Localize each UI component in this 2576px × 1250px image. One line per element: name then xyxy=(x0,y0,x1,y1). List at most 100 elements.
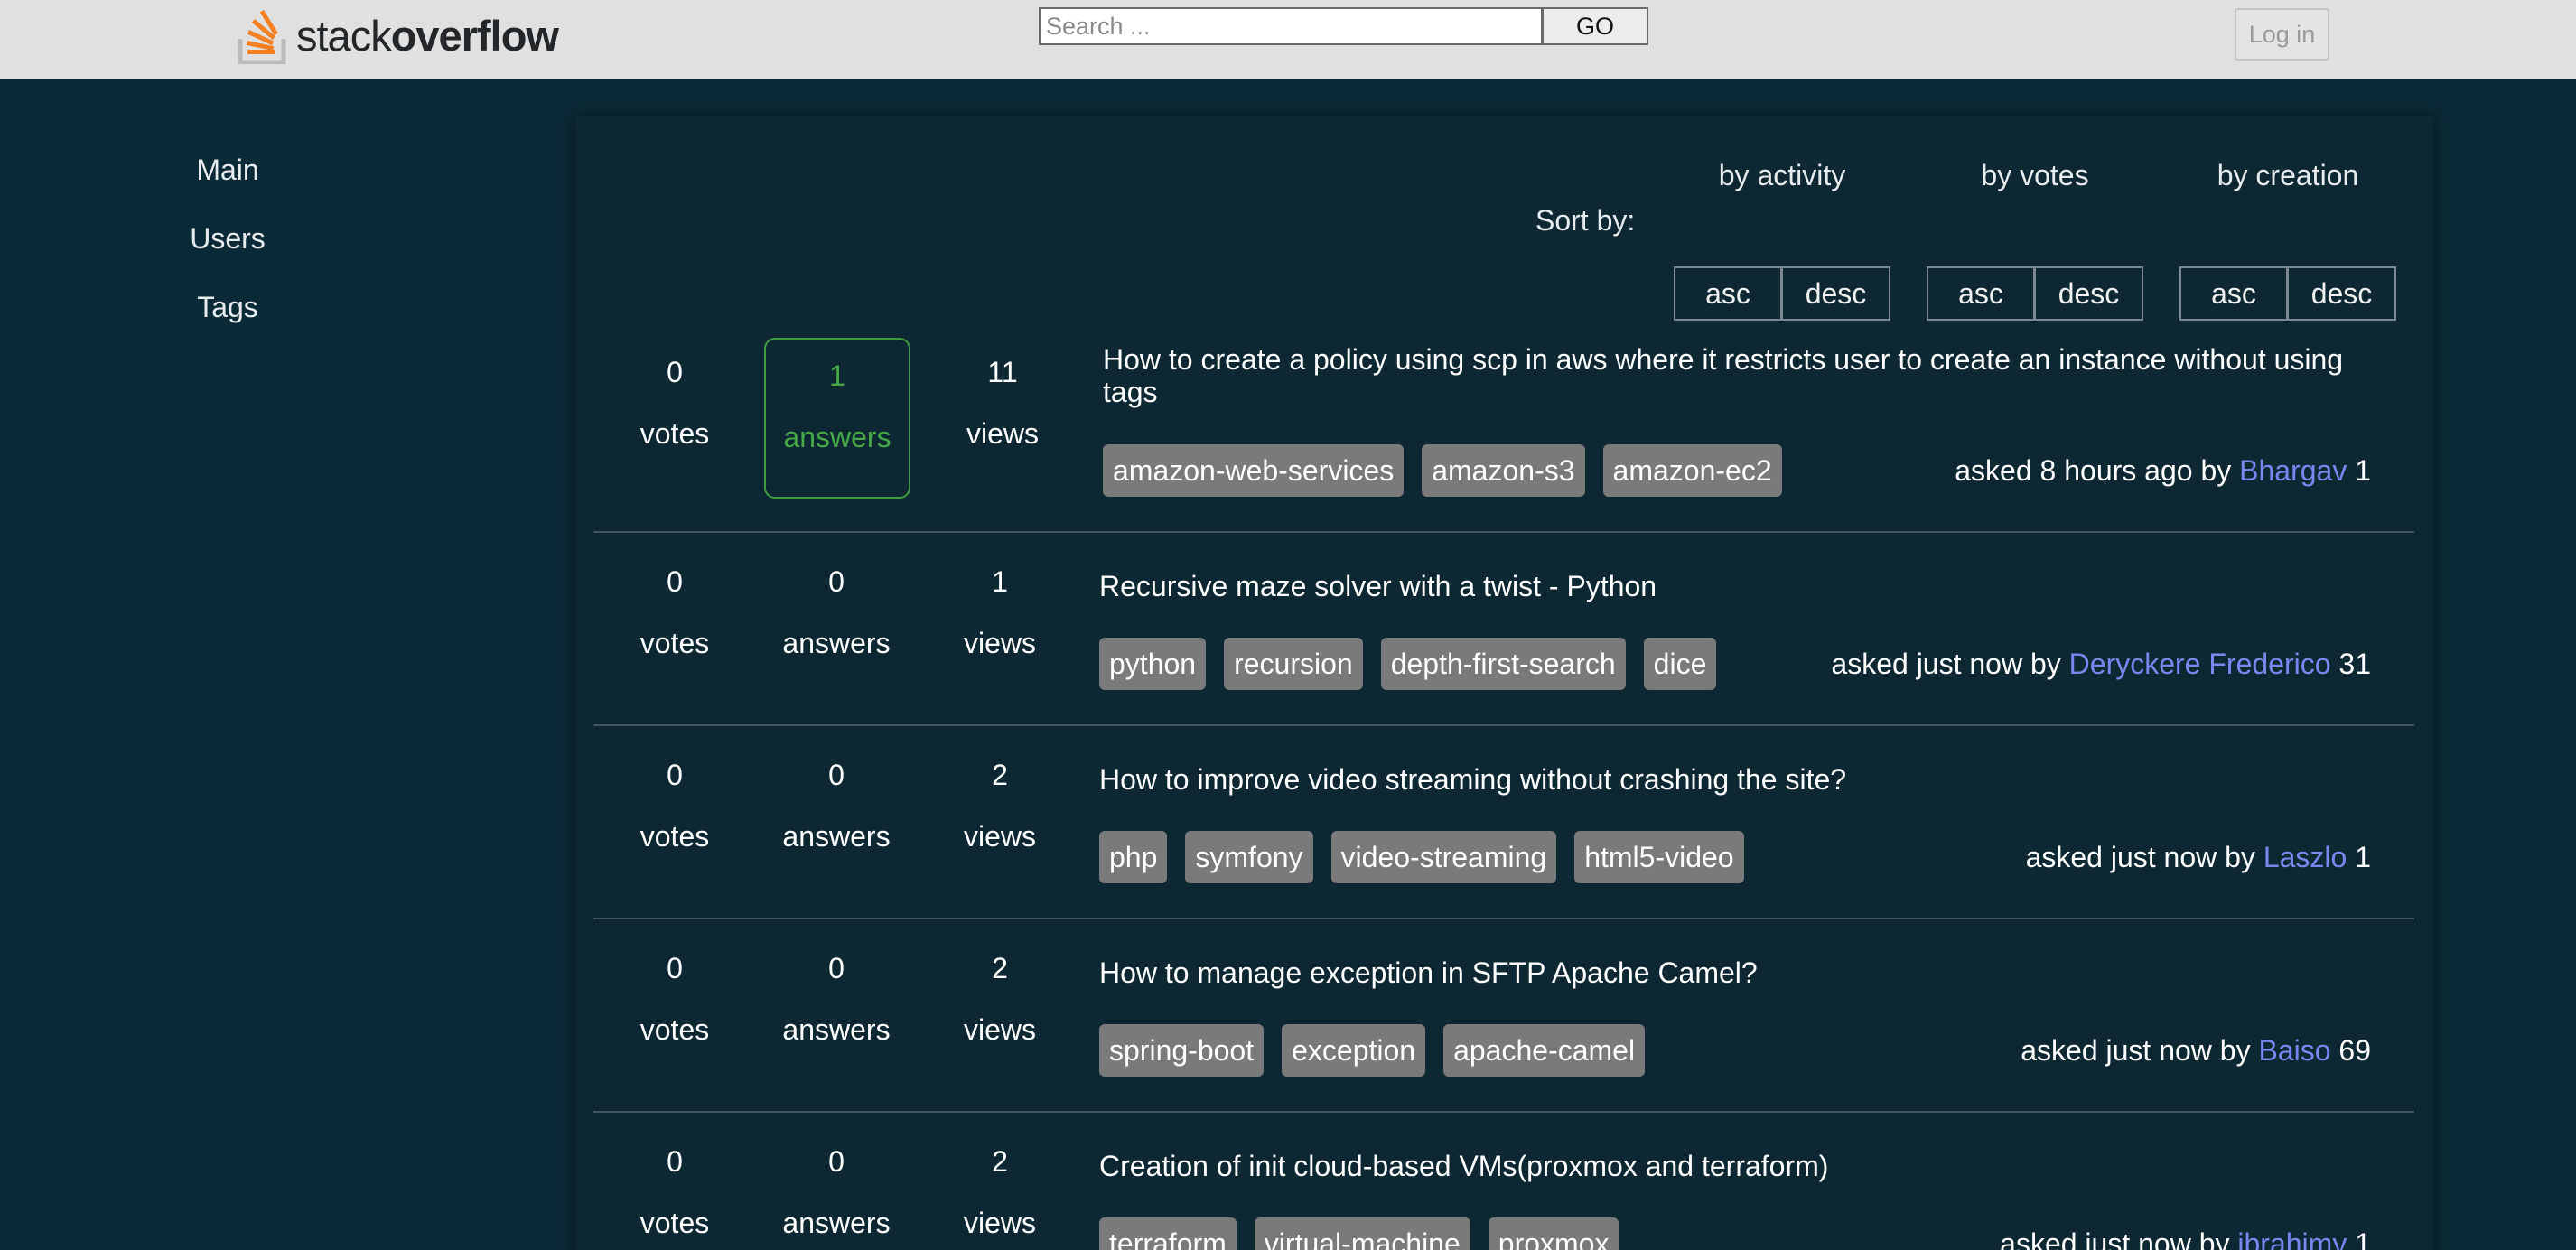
question-meta: asked just now by Deryckere Frederico 31 xyxy=(1831,648,2371,681)
tag-list: spring-boot exception apache-camel xyxy=(1099,1024,1646,1077)
login-button[interactable]: Log in xyxy=(2235,8,2329,61)
row-divider xyxy=(593,1111,2414,1113)
answers-label: answers xyxy=(783,421,891,453)
views-stat: 2 views xyxy=(928,1145,1072,1250)
votes-stat: 0 votes xyxy=(602,1145,747,1250)
votes-label: votes xyxy=(639,1013,710,1046)
tag[interactable]: recursion xyxy=(1224,638,1363,690)
sort-activity-desc-button[interactable]: desc xyxy=(1781,266,1890,321)
views-label: views xyxy=(963,1013,1036,1046)
views-count: 2 xyxy=(992,1145,1008,1178)
views-count: 2 xyxy=(992,759,1008,791)
sort-activity-asc-button[interactable]: asc xyxy=(1674,266,1782,321)
answers-count: 1 xyxy=(829,359,845,392)
views-count: 11 xyxy=(987,356,1018,388)
user-link[interactable]: Bhargav xyxy=(2239,454,2347,487)
asked-text: asked 8 hours ago by xyxy=(1955,454,2232,487)
tag-list: terraform virtual-machine proxmox xyxy=(1099,1217,1619,1250)
asked-text: asked just now by xyxy=(2021,1034,2251,1067)
answers-label: answers xyxy=(782,820,891,853)
sort-votes-asc-button[interactable]: asc xyxy=(1927,266,2035,321)
user-reputation: 31 xyxy=(2338,648,2371,680)
stackoverflow-logo[interactable]: stackoverflow xyxy=(237,5,559,65)
votes-label: votes xyxy=(639,417,710,450)
question-title[interactable]: How to improve video streaming without c… xyxy=(1099,763,2364,796)
sort-creation-asc-button[interactable]: asc xyxy=(2179,266,2288,321)
top-bar: stackoverflow GO Log in xyxy=(0,0,2576,79)
search-go-button[interactable]: GO xyxy=(1542,7,1648,45)
answers-count: 0 xyxy=(828,759,845,791)
tag[interactable]: virtual-machine xyxy=(1254,1217,1470,1250)
search-input[interactable] xyxy=(1039,7,1543,45)
sidebar-item-main[interactable]: Main xyxy=(0,154,455,187)
tag[interactable]: amazon-ec2 xyxy=(1602,444,1782,497)
user-reputation: 1 xyxy=(2355,841,2371,873)
tag[interactable]: amazon-web-services xyxy=(1103,444,1405,497)
tag[interactable]: proxmox xyxy=(1488,1217,1619,1250)
tag[interactable]: apache-camel xyxy=(1443,1024,1646,1077)
user-reputation: 1 xyxy=(2355,454,2371,487)
row-divider xyxy=(593,918,2414,919)
answers-count: 0 xyxy=(828,565,845,598)
tag[interactable]: php xyxy=(1099,831,1168,883)
sort-group-label: by creation xyxy=(2217,159,2359,191)
stack-logo-icon xyxy=(238,10,286,64)
tag-list: php symfony video-streaming html5-video xyxy=(1099,831,1744,883)
asked-text: asked just now by xyxy=(2025,841,2255,873)
sort-creation-desc-button[interactable]: desc xyxy=(2287,266,2396,321)
answers-label: answers xyxy=(782,1207,891,1239)
sort-group-label: by votes xyxy=(1981,159,2089,191)
question-title[interactable]: Creation of init cloud-based VMs(proxmox… xyxy=(1099,1150,2364,1182)
votes-label: votes xyxy=(639,820,710,853)
user-link[interactable]: ibrahimy xyxy=(2237,1227,2347,1250)
row-divider xyxy=(593,531,2414,533)
tag[interactable]: spring-boot xyxy=(1099,1024,1265,1077)
user-reputation: 1 xyxy=(2355,1227,2371,1250)
answers-count: 0 xyxy=(828,1145,845,1178)
question-title[interactable]: Recursive maze solver with a twist - Pyt… xyxy=(1099,570,2364,602)
sort-group-label: by activity xyxy=(1718,159,1846,191)
sort-label: Sort by: xyxy=(1535,204,1636,237)
tag[interactable]: video-streaming xyxy=(1330,831,1557,883)
row-divider xyxy=(593,724,2414,726)
user-link[interactable]: Baiso xyxy=(2258,1034,2330,1067)
votes-count: 0 xyxy=(667,1145,683,1178)
views-count: 1 xyxy=(992,565,1008,598)
views-label: views xyxy=(966,417,1039,450)
sidebar-item-tags[interactable]: Tags xyxy=(0,291,455,324)
views-label: views xyxy=(963,1207,1036,1239)
views-count: 2 xyxy=(992,952,1008,984)
question-title[interactable]: How to manage exception in SFTP Apache C… xyxy=(1099,956,2364,989)
votes-label: votes xyxy=(639,627,710,659)
tag[interactable]: python xyxy=(1099,638,1207,690)
tag-list: python recursion depth-first-search dice xyxy=(1099,638,1717,690)
views-label: views xyxy=(963,627,1036,659)
answers-label: answers xyxy=(782,1013,891,1046)
tag[interactable]: html5-video xyxy=(1574,831,1744,883)
question-meta: asked just now by Laszlo 1 xyxy=(2026,841,2371,874)
answers-count: 0 xyxy=(828,952,845,984)
user-reputation: 69 xyxy=(2338,1034,2371,1067)
votes-count: 0 xyxy=(667,759,683,791)
tag[interactable]: amazon-s3 xyxy=(1422,444,1585,497)
question-title[interactable]: How to create a policy using scp in aws … xyxy=(1103,343,2403,408)
answers-stat: 0 answers xyxy=(764,1145,909,1250)
tag-list: amazon-web-services amazon-s3 amazon-ec2 xyxy=(1103,444,1782,497)
sidebar-item-users[interactable]: Users xyxy=(0,222,455,256)
asked-text: asked just now by xyxy=(1831,648,2061,680)
sort-votes-desc-button[interactable]: desc xyxy=(2034,266,2143,321)
question-meta: asked just now by Baiso 69 xyxy=(2021,1034,2371,1068)
tag[interactable]: exception xyxy=(1282,1024,1426,1077)
tag[interactable]: dice xyxy=(1643,638,1717,690)
tag[interactable]: symfony xyxy=(1185,831,1313,883)
tag[interactable]: depth-first-search xyxy=(1380,638,1626,690)
answers-label: answers xyxy=(782,627,891,659)
user-link[interactable]: Deryckere Frederico xyxy=(2069,648,2331,680)
answers-stat-answered: 1 answers xyxy=(764,338,910,499)
question-meta: asked 8 hours ago by Bhargav 1 xyxy=(1955,454,2371,488)
logo-text: stackoverflow xyxy=(296,11,559,60)
user-link[interactable]: Laszlo xyxy=(2263,841,2347,873)
tag[interactable]: terraform xyxy=(1099,1217,1237,1250)
votes-count: 0 xyxy=(667,952,683,984)
votes-count: 0 xyxy=(667,356,683,388)
